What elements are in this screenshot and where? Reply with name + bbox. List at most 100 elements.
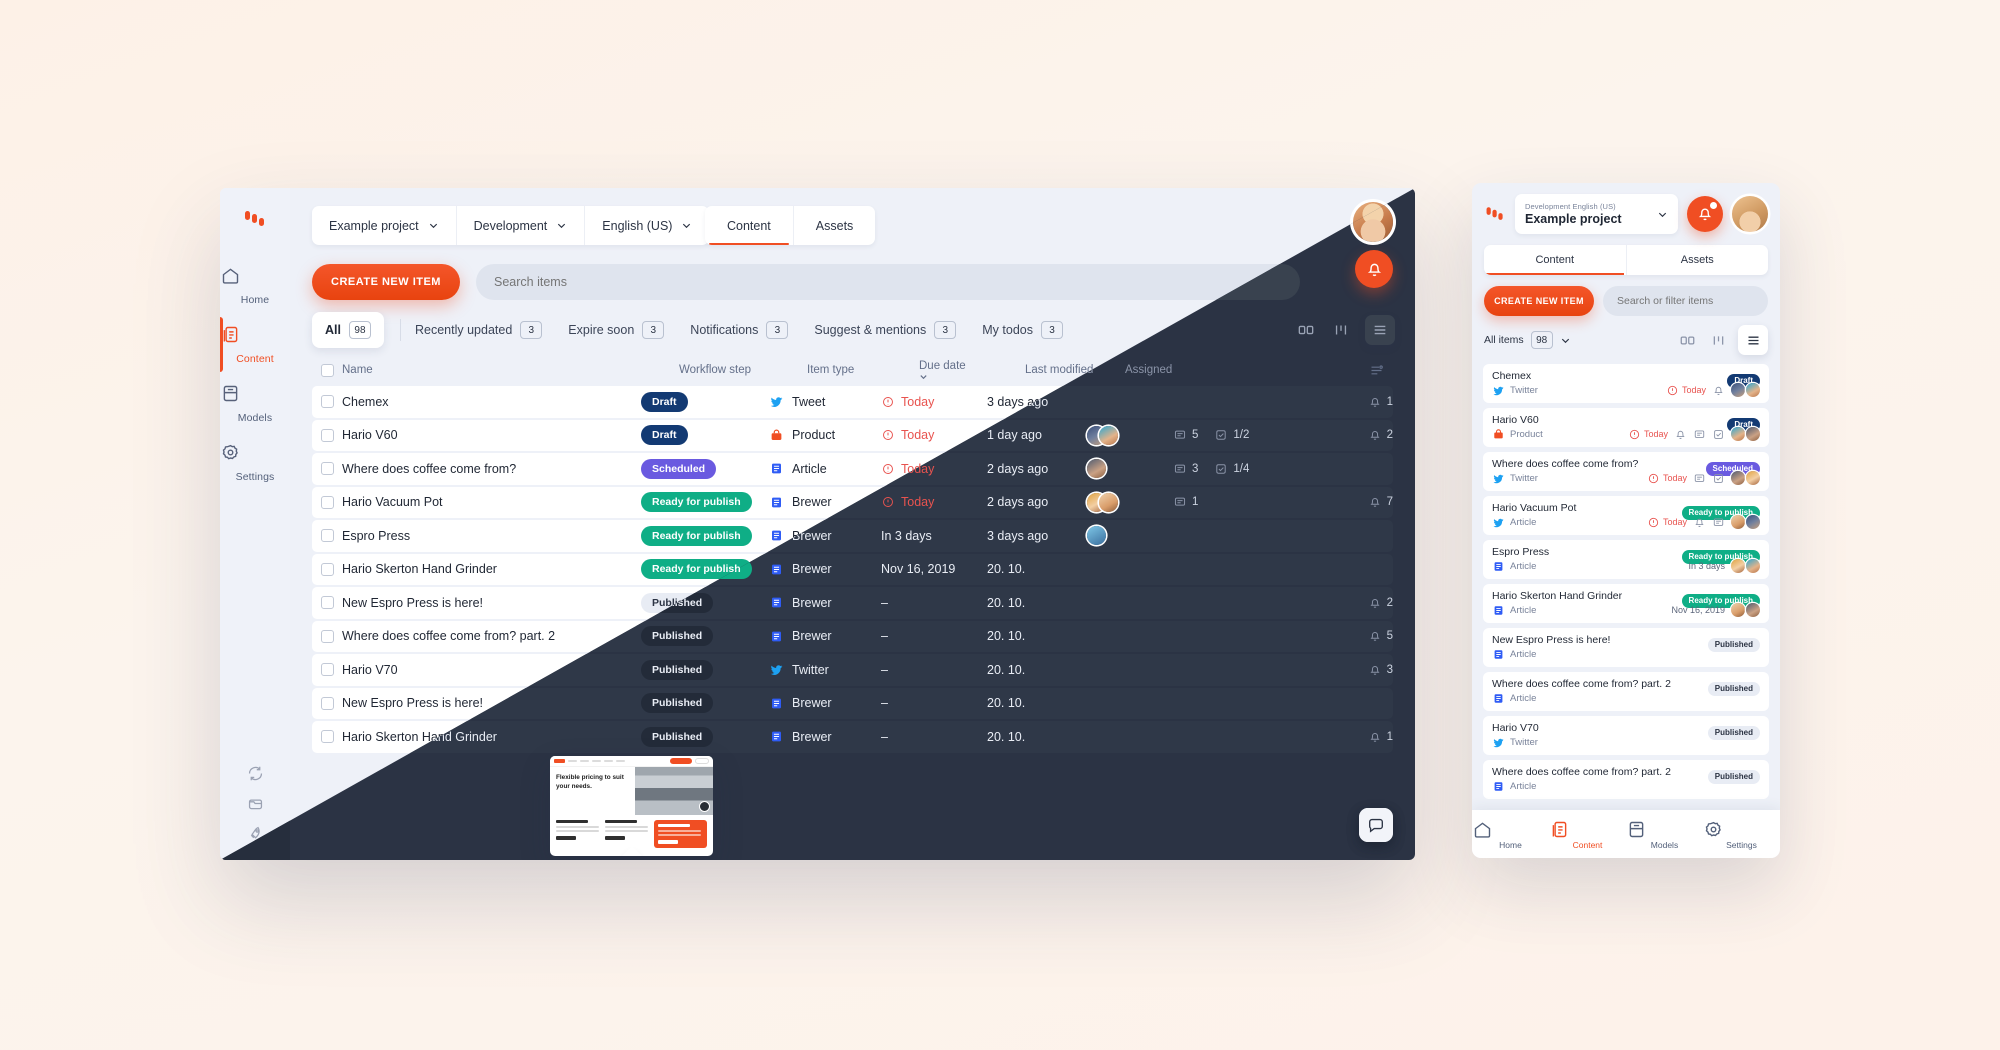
sidebar-item-content[interactable]: Content	[220, 315, 290, 374]
task-count[interactable]: 1/2	[1214, 428, 1249, 442]
row-checkbox[interactable]	[312, 663, 342, 677]
avatar[interactable]	[1746, 427, 1760, 441]
create-new-item-button[interactable]: CREATE NEW ITEM	[312, 264, 460, 300]
mobile-nav-settings[interactable]: Settings	[1703, 819, 1780, 850]
list-item[interactable]: Where does coffee come from? part. 2 Art…	[1483, 760, 1769, 799]
table-row[interactable]: New Espro Press is here! Published Brewe…	[312, 587, 1393, 619]
list-item[interactable]: Hario Skerton Hand Grinder Article Ready…	[1483, 584, 1769, 623]
avatar[interactable]	[1731, 471, 1745, 485]
avatar[interactable]	[1746, 383, 1760, 397]
row-checkbox[interactable]	[312, 529, 342, 543]
archive-icon[interactable]	[247, 788, 264, 818]
column-settings-icon[interactable]	[1359, 363, 1393, 378]
table-row[interactable]: Espro Press Ready for publish Brewer In …	[312, 520, 1393, 552]
avatar[interactable]	[1099, 492, 1118, 512]
avatar[interactable]	[1087, 526, 1106, 546]
column-header-due-date[interactable]: Due date	[919, 360, 1025, 381]
table-row[interactable]: Hario Skerton Hand Grinder Published Bre…	[312, 721, 1393, 753]
list-item[interactable]: Chemex Twitter Draft Today	[1483, 364, 1769, 403]
table-row[interactable]: New Espro Press is here! Published Brewe…	[312, 687, 1393, 719]
table-row[interactable]: Hario Vacuum Pot Ready for publish Brewe…	[312, 486, 1393, 518]
mobile-nav-content[interactable]: Content	[1549, 819, 1626, 850]
table-row[interactable]: Hario V70 Published Twitter – 20. 10. 3	[312, 654, 1393, 686]
avatar[interactable]	[1746, 559, 1760, 573]
search-input[interactable]	[476, 264, 1300, 300]
avatar[interactable]	[1746, 515, 1760, 529]
row-checkbox[interactable]	[312, 562, 342, 576]
sidebar-item-models[interactable]: Models	[220, 374, 290, 433]
comment-count[interactable]: 1	[1173, 495, 1198, 509]
comment-icon[interactable]	[1712, 516, 1725, 529]
sidebar-item-home[interactable]: Home	[220, 256, 290, 315]
filter-chip-all[interactable]: All 98	[312, 312, 384, 348]
notification-count[interactable]: 7	[1368, 495, 1393, 509]
avatar[interactable]	[1731, 383, 1745, 397]
tab-content[interactable]: Content	[705, 206, 794, 245]
mobile-create-new-item-button[interactable]: CREATE NEW ITEM	[1484, 286, 1594, 316]
selector-2[interactable]: English (US)	[585, 206, 709, 245]
grid-view-icon[interactable]	[1295, 319, 1317, 341]
chat-bubble-icon[interactable]	[1359, 808, 1393, 842]
column-header-assigned[interactable]: Assigned	[1125, 364, 1211, 376]
row-checkbox[interactable]	[312, 696, 342, 710]
list-item[interactable]: Espro Press Article Ready to publish In …	[1483, 540, 1769, 579]
task-count[interactable]: 1/4	[1214, 462, 1249, 476]
avatar[interactable]	[1099, 425, 1118, 445]
row-checkbox[interactable]	[312, 462, 342, 476]
notification-count[interactable]: 1	[1368, 395, 1393, 409]
filter-chip-recently-updated[interactable]: Recently updated 3	[415, 321, 543, 339]
list-item[interactable]: Hario V70 Twitter Published	[1483, 716, 1769, 755]
mobile-tab-assets[interactable]: Assets	[1627, 245, 1769, 275]
mobile-search-input[interactable]	[1603, 286, 1768, 316]
column-header-last-modified[interactable]: Last modified	[1025, 364, 1125, 376]
table-row[interactable]: Hario Skerton Hand Grinder Ready for pub…	[312, 553, 1393, 585]
row-checkbox[interactable]	[312, 596, 342, 610]
notification-count[interactable]: 2	[1368, 596, 1393, 610]
column-header-workflow-step[interactable]: Workflow step	[679, 364, 807, 376]
avatar[interactable]	[1731, 427, 1745, 441]
row-checkbox[interactable]	[312, 495, 342, 509]
notification-count[interactable]: 3	[1368, 663, 1393, 677]
comment-icon[interactable]	[1693, 472, 1706, 485]
select-all-checkbox[interactable]	[312, 363, 342, 377]
column-header-name[interactable]: Name	[342, 364, 679, 376]
row-checkbox[interactable]	[312, 428, 342, 442]
filter-chip-notifications[interactable]: Notifications 3	[690, 321, 789, 339]
board-view-icon[interactable]	[1707, 329, 1729, 351]
list-item[interactable]: Hario V60 Product Draft Today	[1483, 408, 1769, 447]
comment-count[interactable]: 5	[1173, 428, 1198, 442]
list-view-icon[interactable]	[1738, 325, 1768, 355]
rocket-icon[interactable]	[247, 818, 264, 848]
notification-count[interactable]: 2	[1368, 428, 1393, 442]
avatar[interactable]	[1087, 459, 1106, 479]
table-row[interactable]: Where does coffee come from? Scheduled A…	[312, 453, 1393, 485]
filter-chip-my-todos[interactable]: My todos 3	[982, 321, 1063, 339]
list-item[interactable]: Where does coffee come from? Twitter Sch…	[1483, 452, 1769, 491]
notification-count[interactable]: 1	[1368, 730, 1393, 744]
mobile-tab-content[interactable]: Content	[1484, 245, 1627, 275]
row-checkbox[interactable]	[312, 395, 342, 409]
mobile-project-selector[interactable]: Development English (US) Example project	[1515, 194, 1678, 234]
sync-icon[interactable]	[247, 758, 264, 788]
notification-count[interactable]: 5	[1368, 629, 1393, 643]
filter-chip-suggest-mentions[interactable]: Suggest & mentions 3	[814, 321, 957, 339]
avatar[interactable]	[1746, 471, 1760, 485]
comment-count[interactable]: 3	[1173, 462, 1198, 476]
task-icon[interactable]	[1712, 428, 1725, 441]
list-item[interactable]: New Espro Press is here! Article Publish…	[1483, 628, 1769, 667]
table-row[interactable]: Hario V60 Draft Product Today 1 day ago …	[312, 419, 1393, 451]
comment-icon[interactable]	[1693, 428, 1706, 441]
bell-icon[interactable]	[1693, 516, 1706, 529]
list-item[interactable]: Hario Vacuum Pot Article Ready to publis…	[1483, 496, 1769, 535]
bell-icon[interactable]	[1674, 428, 1687, 441]
sidebar-item-settings[interactable]: Settings	[220, 433, 290, 492]
task-icon[interactable]	[1712, 472, 1725, 485]
table-row[interactable]: Chemex Draft Tweet Today 3 days ago 1	[312, 386, 1393, 418]
mobile-nav-models[interactable]: Models	[1626, 819, 1703, 850]
selector-0[interactable]: Example project	[312, 206, 457, 245]
avatar[interactable]	[1731, 559, 1745, 573]
bell-icon[interactable]	[1712, 384, 1725, 397]
notifications-button[interactable]	[1355, 250, 1393, 288]
mobile-nav-home[interactable]: Home	[1472, 819, 1549, 850]
avatar[interactable]	[1746, 603, 1760, 617]
